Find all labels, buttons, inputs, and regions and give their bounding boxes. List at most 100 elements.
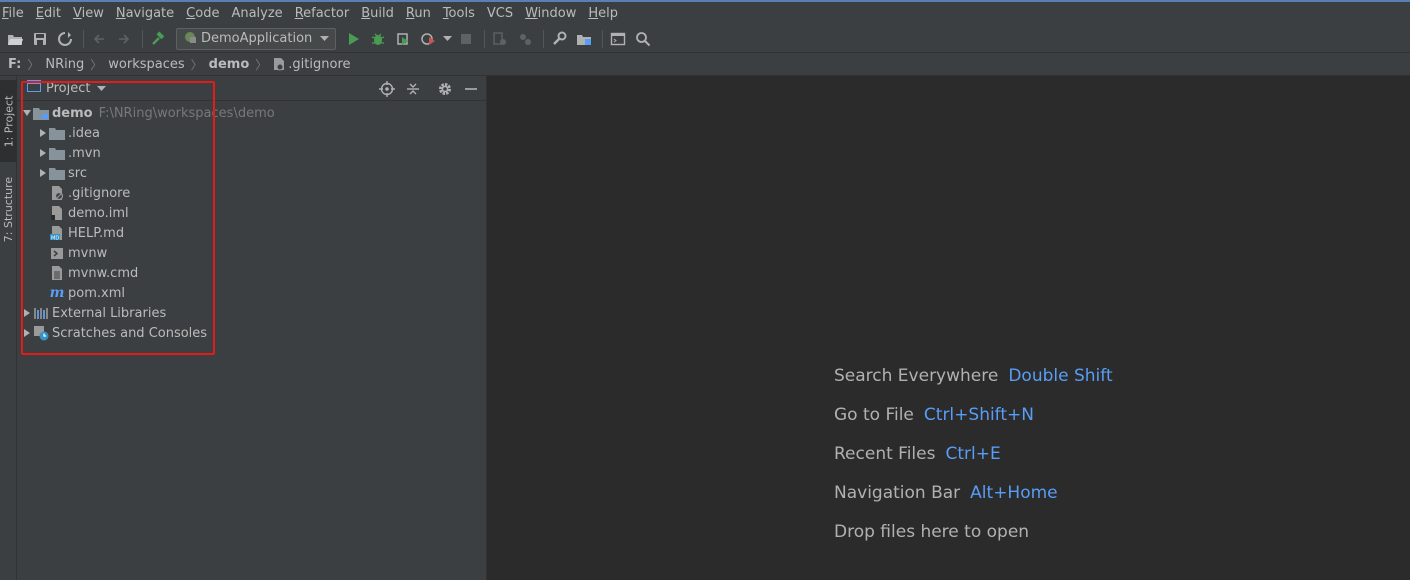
tool-window-strip: 1: Project 7: Structure <box>0 76 17 580</box>
menu-run[interactable]: Run <box>402 6 435 21</box>
forward-icon[interactable] <box>113 28 135 50</box>
breadcrumb-separator: 〉 <box>27 57 40 72</box>
hint-navigation-bar: Navigation Bar Alt+Home <box>834 483 1113 522</box>
breadcrumb-file-label: .gitignore <box>288 56 351 72</box>
text-file-icon <box>49 265 65 281</box>
tree-node-folder[interactable]: src <box>17 163 487 183</box>
tree-node-folder[interactable]: .idea <box>17 123 487 143</box>
tree-node-external-libraries[interactable]: External Libraries <box>17 303 487 323</box>
tab-project[interactable]: 1: Project <box>0 80 17 162</box>
breadcrumb: F: 〉 NRing 〉 workspaces 〉 demo 〉 .gitign… <box>0 52 1410 76</box>
menu-code[interactable]: Code <box>182 6 223 21</box>
tree-node-label: demo.iml <box>68 205 129 221</box>
project-panel-header: Project <box>17 76 486 101</box>
hint-shortcut: Alt+Home <box>970 483 1058 503</box>
tree-node-file[interactable]: demo.iml <box>17 203 487 223</box>
chevron-down-icon[interactable] <box>442 28 452 50</box>
tree-node-file[interactable]: m pom.xml <box>17 283 487 303</box>
back-icon[interactable] <box>88 28 110 50</box>
chevron-right-icon[interactable] <box>37 143 49 163</box>
hint-go-to-file: Go to File Ctrl+Shift+N <box>834 405 1113 444</box>
project-panel-title[interactable]: Project <box>46 81 90 96</box>
tree-node-file[interactable]: mvnw.cmd <box>17 263 487 283</box>
hint-drop-files: Drop files here to open <box>834 522 1113 561</box>
terminal-icon[interactable] <box>607 28 629 50</box>
settings-wrench-icon[interactable] <box>548 28 570 50</box>
gear-icon[interactable] <box>434 79 456 99</box>
run-configuration-select[interactable]: DemoApplication <box>176 27 337 50</box>
markdown-file-icon: MD <box>49 225 65 241</box>
breadcrumb-item[interactable]: F: <box>8 57 21 72</box>
chevron-right-icon[interactable] <box>21 303 33 323</box>
breadcrumb-item[interactable]: workspaces <box>108 57 184 72</box>
menu-analyze[interactable]: Analyze <box>227 6 286 21</box>
chevron-right-icon[interactable] <box>37 123 49 143</box>
tree-node-scratches[interactable]: Scratches and Consoles <box>17 323 487 343</box>
breadcrumb-separator: 〉 <box>255 57 268 72</box>
synchronize-icon[interactable] <box>54 28 76 50</box>
gitignore-file-icon <box>49 185 65 201</box>
project-structure-icon[interactable] <box>573 28 595 50</box>
toolbar-separator <box>543 29 545 48</box>
stop-icon[interactable] <box>455 28 477 50</box>
menu-build[interactable]: Build <box>357 6 398 21</box>
profile-icon[interactable] <box>417 28 439 50</box>
menu-window[interactable]: Window <box>521 6 580 21</box>
menu-edit[interactable]: Edit <box>32 6 65 21</box>
project-tree: demo F:\NRing\workspaces\demo .idea .mvn <box>17 103 487 343</box>
project-panel: Project demo F:\NRing\workspaces\demo .i… <box>17 76 487 580</box>
hint-label: Drop files here to open <box>834 522 1030 542</box>
menu-view[interactable]: View <box>69 6 108 21</box>
module-folder-icon <box>33 105 49 121</box>
tree-node-label: mvnw.cmd <box>68 265 139 281</box>
menu-refactor[interactable]: Refactor <box>291 6 354 21</box>
breadcrumb-item[interactable]: NRing <box>45 57 84 72</box>
hide-panel-icon[interactable] <box>460 79 482 99</box>
save-all-icon[interactable] <box>29 28 51 50</box>
chevron-right-icon[interactable] <box>37 163 49 183</box>
tree-node-label: demo <box>52 105 93 121</box>
editor-empty-hints: Search Everywhere Double Shift Go to Fil… <box>834 366 1113 561</box>
chevron-down-icon[interactable] <box>21 103 33 123</box>
folder-icon <box>49 145 65 161</box>
menu-file[interactable]: File <box>0 6 28 21</box>
breadcrumb-item[interactable]: .gitignore <box>273 56 351 72</box>
scratches-icon <box>33 325 49 341</box>
tree-node-label: .gitignore <box>68 185 131 201</box>
run-icon[interactable] <box>342 28 364 50</box>
collapse-all-icon[interactable] <box>402 79 424 99</box>
tree-node-file[interactable]: MD HELP.md <box>17 223 487 243</box>
run-with-coverage-icon[interactable] <box>392 28 414 50</box>
tab-structure[interactable]: 7: Structure <box>0 168 17 250</box>
locate-target-icon[interactable] <box>376 79 398 99</box>
tree-node-file[interactable]: mvnw <box>17 243 487 263</box>
breadcrumb-separator: 〉 <box>90 57 103 72</box>
hint-label: Recent Files <box>834 444 936 464</box>
search-icon[interactable] <box>632 28 654 50</box>
menu-tools[interactable]: Tools <box>439 6 479 21</box>
tree-node-file[interactable]: .gitignore <box>17 183 487 203</box>
open-folder-icon[interactable] <box>4 28 26 50</box>
tree-node-path: F:\NRing\workspaces\demo <box>98 105 275 121</box>
hint-label: Go to File <box>834 405 914 425</box>
menu-navigate[interactable]: Navigate <box>112 6 178 21</box>
chevron-down-icon[interactable] <box>97 81 107 96</box>
tree-node-root[interactable]: demo F:\NRing\workspaces\demo <box>17 103 487 123</box>
build-hammer-icon[interactable] <box>147 28 169 50</box>
hint-label: Search Everywhere <box>834 366 999 386</box>
toolbar-separator <box>142 29 143 48</box>
breadcrumb-item[interactable]: demo <box>209 57 250 72</box>
tree-node-label: External Libraries <box>52 305 167 321</box>
menu-bar: File Edit View Navigate Code Analyze Ref… <box>0 0 1410 25</box>
build-artifacts-icon[interactable] <box>514 28 536 50</box>
main-toolbar: DemoApplication <box>0 25 1410 52</box>
tree-node-folder[interactable]: .mvn <box>17 143 487 163</box>
menu-help[interactable]: Help <box>584 6 622 21</box>
folder-icon <box>49 125 65 141</box>
shell-script-icon <box>49 245 65 261</box>
chevron-right-icon[interactable] <box>21 323 33 343</box>
menu-vcs[interactable]: VCS <box>483 6 517 21</box>
run-configuration-label: DemoApplication <box>201 31 313 46</box>
attach-debugger-icon[interactable] <box>489 28 511 50</box>
debug-icon[interactable] <box>367 28 389 50</box>
